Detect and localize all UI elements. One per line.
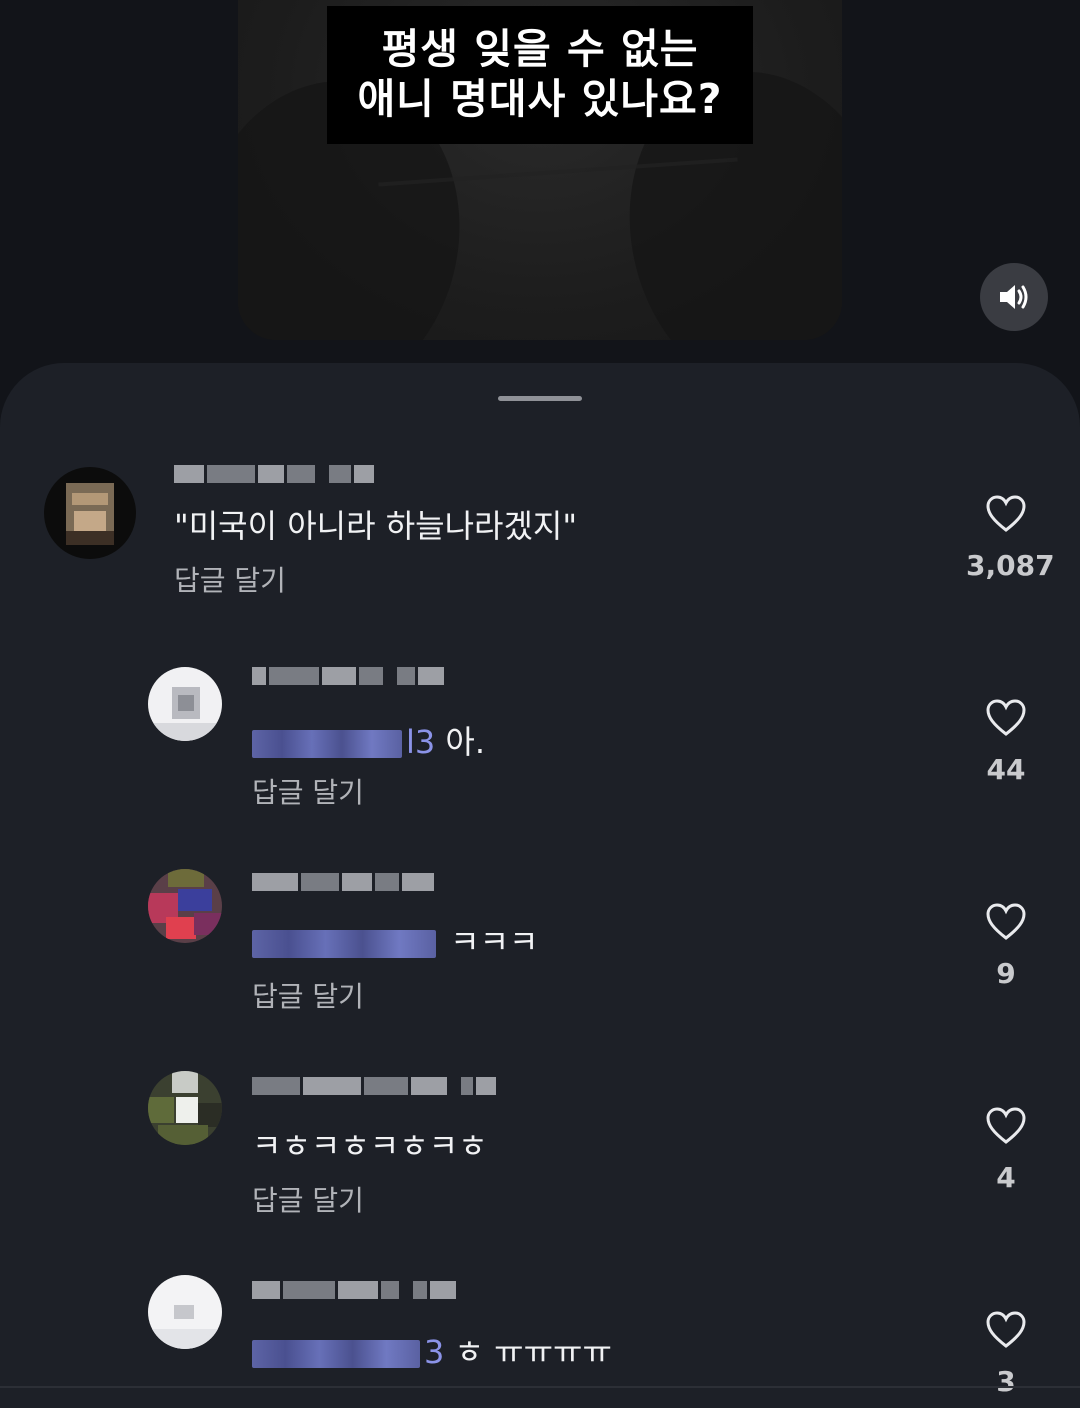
mention-tail[interactable]: 3 xyxy=(424,1333,444,1371)
avatar[interactable] xyxy=(148,1071,222,1145)
heart-outline-icon xyxy=(986,1107,1026,1144)
like-count: 3,087 xyxy=(966,549,1055,582)
comment-text: "미국이 아니라 하늘나라겠지" xyxy=(174,507,578,545)
comment-text: l3 아. xyxy=(252,717,485,763)
like-button[interactable]: 4 xyxy=(966,1107,1046,1194)
caption-line-2: 애니 명대사 있나요? xyxy=(357,75,723,123)
heart-outline-icon xyxy=(986,1311,1026,1348)
mention-tag[interactable] xyxy=(252,930,436,958)
avatar[interactable] xyxy=(148,1275,222,1349)
reply-button[interactable]: 답글 달기 xyxy=(174,559,286,599)
sound-toggle-button[interactable] xyxy=(980,263,1048,331)
mention-tag[interactable] xyxy=(252,1340,420,1368)
like-button[interactable]: 3 xyxy=(966,1311,1046,1398)
username[interactable] xyxy=(252,1281,456,1299)
comment-text: ㅋㅎㅋㅎㅋㅎㅋㅎ xyxy=(252,1127,488,1165)
heart-outline-icon xyxy=(986,903,1026,940)
mention-tail[interactable]: l3 xyxy=(406,723,435,761)
comment-body: ㅋㅋㅋ xyxy=(450,923,539,961)
comment-body: ㅎ ㅠㅠㅠㅠ xyxy=(454,1333,612,1371)
sheet-drag-handle[interactable] xyxy=(498,396,582,401)
username[interactable] xyxy=(252,1077,496,1095)
username[interactable] xyxy=(252,667,444,685)
like-count: 3 xyxy=(996,1365,1016,1398)
like-button[interactable]: 44 xyxy=(966,699,1046,786)
like-button[interactable]: 3,087 xyxy=(966,495,1055,582)
reply-button[interactable]: 답글 달기 xyxy=(252,975,364,1015)
like-count: 9 xyxy=(996,957,1016,990)
mention-tag[interactable] xyxy=(252,730,402,758)
like-button[interactable]: 9 xyxy=(966,903,1046,990)
avatar[interactable] xyxy=(148,869,222,943)
caption-line-1: 평생 잊을 수 없는 xyxy=(381,25,699,73)
avatar[interactable] xyxy=(44,467,136,559)
comment-text: ㅋㅋㅋ xyxy=(252,917,539,963)
video-caption: 평생 잊을 수 없는 애니 명대사 있나요? xyxy=(327,6,753,144)
input-divider xyxy=(0,1386,1080,1388)
username[interactable] xyxy=(174,465,374,483)
speaker-volume-icon xyxy=(1000,285,1028,309)
reply-button[interactable]: 답글 달기 xyxy=(252,771,364,811)
avatar[interactable] xyxy=(148,667,222,741)
like-count: 4 xyxy=(996,1161,1016,1194)
heart-outline-icon xyxy=(986,699,1026,736)
username[interactable] xyxy=(252,873,434,891)
reply-button[interactable]: 답글 달기 xyxy=(252,1179,364,1219)
comments-sheet: "미국이 아니라 하늘나라겠지" 답글 달기 3,087 l3 아. 답글 달기… xyxy=(0,363,1080,1408)
heart-outline-icon xyxy=(986,495,1026,532)
comment-text: 3 ㅎ ㅠㅠㅠㅠ xyxy=(252,1327,612,1373)
like-count: 44 xyxy=(986,753,1026,786)
comment-body: 아. xyxy=(445,723,486,761)
